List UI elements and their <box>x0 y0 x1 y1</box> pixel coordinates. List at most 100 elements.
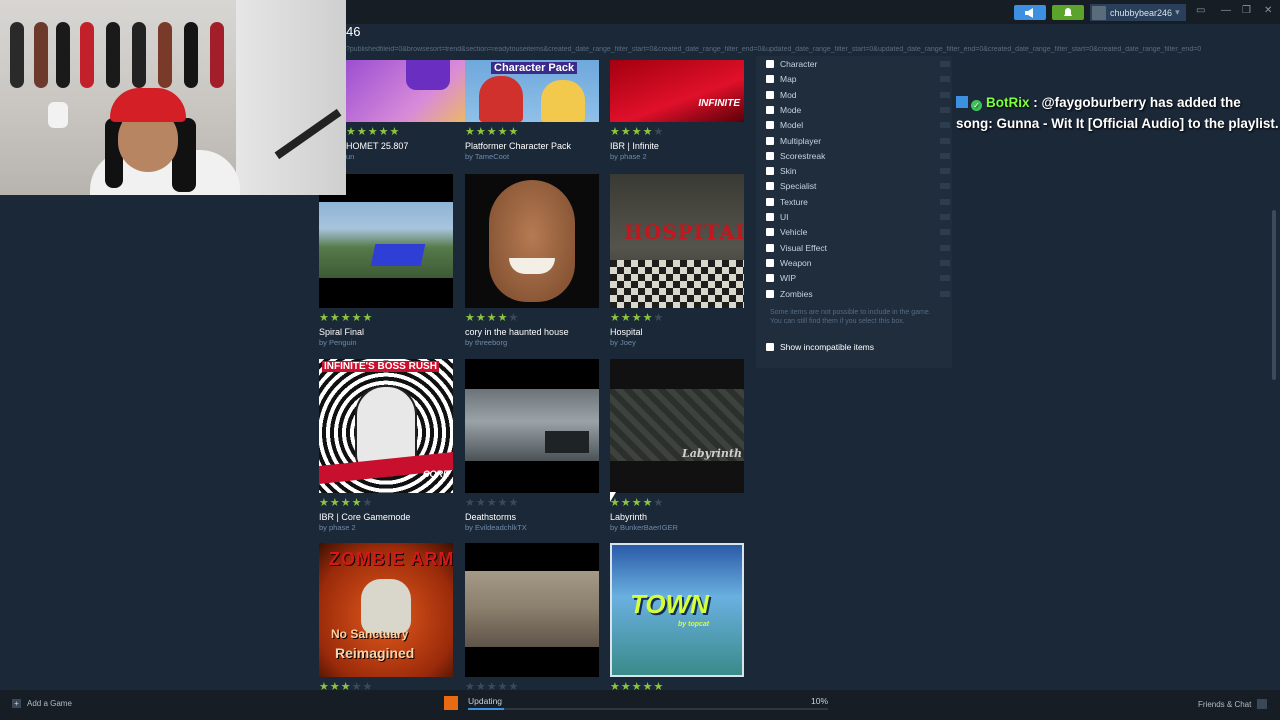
minimize-button[interactable]: — <box>1221 5 1231 16</box>
filter-tag-weapon[interactable]: Weapon <box>766 257 812 269</box>
item-author[interactable]: by BunkerBaerIGER <box>610 523 744 532</box>
workshop-item[interactable]: ★★★★★ cory in the haunted house by three… <box>465 174 599 347</box>
screen-icon[interactable]: ▭ <box>1196 5 1205 16</box>
show-incompatible-checkbox[interactable]: Show incompatible items <box>766 342 874 352</box>
filter-tag-label: Scorestreak <box>780 150 826 161</box>
checkbox[interactable] <box>766 121 774 130</box>
maximize-button[interactable]: ❐ <box>1242 5 1251 16</box>
item-thumbnail[interactable]: Character Pack <box>465 60 599 122</box>
filter-tag-visual-effect[interactable]: Visual Effect <box>766 242 827 254</box>
checkbox[interactable] <box>766 60 774 68</box>
item-author[interactable]: un <box>346 152 480 161</box>
filter-tag-specialist[interactable]: Specialist <box>766 180 816 192</box>
workshop-item[interactable]: ★★★★★ Spiral Final by Penguin <box>319 174 453 347</box>
checkbox[interactable] <box>766 167 774 176</box>
filter-tag-character[interactable]: Character <box>766 58 817 70</box>
workshop-item[interactable]: HOSPITAL ★★★★★ Hospital by Joey <box>610 174 744 347</box>
avatar <box>1092 5 1106 20</box>
item-thumbnail[interactable] <box>465 543 599 677</box>
filter-tag-model[interactable]: Model <box>766 119 803 131</box>
checkbox[interactable] <box>766 228 774 237</box>
chat-separator: : <box>1029 95 1042 110</box>
chat-username: BotRix <box>986 95 1030 110</box>
checkbox[interactable] <box>766 213 774 221</box>
workshop-item[interactable]: ★★★★★ HOMET 25.807 un <box>346 60 480 161</box>
filter-tag-skin[interactable]: Skin <box>766 165 797 177</box>
checkbox[interactable] <box>766 182 774 191</box>
add-game-button[interactable]: + Add a Game <box>12 699 72 708</box>
item-thumbnail[interactable]: TOWN by topcat <box>610 543 744 677</box>
item-thumbnail[interactable]: Labyrinth <box>610 359 744 493</box>
filter-tag-multiplayer[interactable]: Multiplayer <box>766 135 821 147</box>
rating-stars: ★★★★★ <box>610 312 665 324</box>
checkbox[interactable] <box>766 243 774 252</box>
update-percent: 10% <box>811 696 829 706</box>
bell-icon[interactable] <box>1052 5 1084 20</box>
workshop-item[interactable]: Character Pack ★★★★★ Platformer Characte… <box>465 60 599 161</box>
show-incompatible-label: Show incompatible items <box>780 342 875 352</box>
filter-tag-map[interactable]: Map <box>766 73 797 85</box>
download-icon[interactable] <box>444 696 458 710</box>
item-author[interactable]: by phase 2 <box>610 152 744 161</box>
item-thumbnail[interactable]: INFINITE'S BOSS RUSH CORE <box>319 359 453 493</box>
filter-tag-scorestreak[interactable]: Scorestreak <box>766 150 825 162</box>
workshop-item[interactable]: INFINITE'S BOSS RUSH CORE ★★★★★ IBR | Co… <box>319 359 453 532</box>
filter-count-indicator <box>940 183 950 190</box>
item-title[interactable]: HOMET 25.807 <box>346 141 480 151</box>
item-author[interactable]: by Joey <box>610 338 744 347</box>
item-thumbnail[interactable]: HOSPITAL <box>610 174 744 308</box>
workshop-item[interactable]: ZOMBIE ARMY No Sanctuary Reimagined ★★★★… <box>319 543 453 694</box>
checkbox[interactable] <box>766 136 774 145</box>
item-title[interactable]: Deathstorms <box>465 512 599 522</box>
workshop-item[interactable]: ★★★★★ <box>465 543 599 694</box>
checkbox[interactable] <box>766 274 774 283</box>
item-thumbnail[interactable]: INFINITE <box>610 60 744 122</box>
checkbox[interactable] <box>766 105 774 114</box>
item-thumbnail[interactable] <box>346 60 480 122</box>
filter-tag-mode[interactable]: Mode <box>766 104 801 116</box>
filter-tag-texture[interactable]: Texture <box>766 196 808 208</box>
filter-count-indicator <box>940 168 950 175</box>
friends-chat-button[interactable]: Friends & Chat <box>1198 699 1268 709</box>
chat-overlay: ✓ BotRix : @faygoburberry has added the s… <box>956 92 1280 134</box>
item-title[interactable]: Labyrinth <box>610 512 744 522</box>
user-menu[interactable]: chubbybear246 ▾ <box>1090 4 1186 21</box>
workshop-item[interactable]: Labyrinth ★★★★★ Labyrinth by BunkerBaerI… <box>610 359 744 532</box>
checkbox[interactable] <box>766 258 774 267</box>
item-thumbnail[interactable]: ZOMBIE ARMY No Sanctuary Reimagined <box>319 543 453 677</box>
workshop-item[interactable]: ★★★★★ Deathstorms by EvildeadchlkTX <box>465 359 599 532</box>
page-scrollbar[interactable] <box>1272 210 1276 380</box>
checkbox[interactable] <box>766 151 774 160</box>
item-title[interactable]: IBR | Core Gamemode <box>319 512 453 522</box>
filter-tag-vehicle[interactable]: Vehicle <box>766 226 807 238</box>
updating-label[interactable]: Updating <box>468 696 502 706</box>
item-author[interactable]: by TameCoot <box>465 152 599 161</box>
item-author[interactable]: by EvildeadchlkTX <box>465 523 599 532</box>
rating-stars: ★★★★★ <box>319 497 374 509</box>
item-thumbnail[interactable] <box>465 174 599 308</box>
item-title[interactable]: Platformer Character Pack <box>465 141 599 151</box>
filter-tag-ui[interactable]: UI <box>766 211 789 223</box>
twitch-badge-icon <box>956 96 968 108</box>
workshop-item[interactable]: INFINITE ★★★★★ IBR | Infinite by phase 2 <box>610 60 744 161</box>
checkbox[interactable] <box>766 75 774 84</box>
filter-tag-mod[interactable]: Mod <box>766 89 797 101</box>
item-author[interactable]: by threeborg <box>465 338 599 347</box>
item-title[interactable]: Hospital <box>610 327 744 337</box>
filter-tag-zombies[interactable]: Zombies <box>766 288 813 300</box>
item-title[interactable]: cory in the haunted house <box>465 327 599 337</box>
megaphone-icon[interactable] <box>1014 5 1046 20</box>
item-author[interactable]: by phase 2 <box>319 523 453 532</box>
item-author[interactable]: by Penguin <box>319 338 453 347</box>
workshop-item[interactable]: TOWN by topcat ★★★★★ <box>610 543 744 694</box>
close-button[interactable]: ✕ <box>1264 5 1272 16</box>
checkbox[interactable] <box>766 197 774 206</box>
checkbox[interactable] <box>766 343 774 351</box>
checkbox[interactable] <box>766 90 774 99</box>
item-thumbnail[interactable] <box>465 359 599 493</box>
friends-chat-label: Friends & Chat <box>1198 699 1252 709</box>
checkbox[interactable] <box>766 289 774 298</box>
item-title[interactable]: Spiral Final <box>319 327 453 337</box>
filter-tag-wip[interactable]: WIP <box>766 272 796 284</box>
item-title[interactable]: IBR | Infinite <box>610 141 744 151</box>
